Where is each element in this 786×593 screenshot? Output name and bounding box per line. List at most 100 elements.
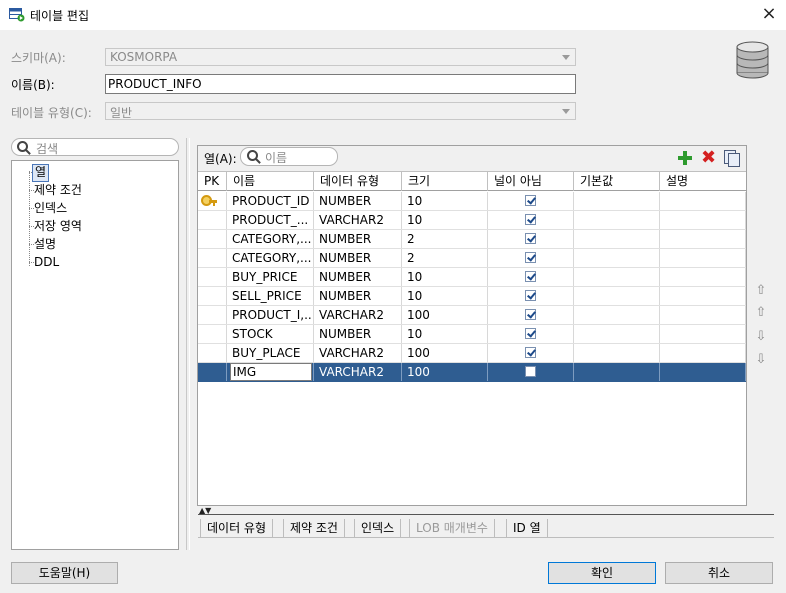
cell-desc[interactable] [660,287,746,305]
tab-data-type[interactable]: 데이터 유형 [200,519,274,538]
not-null-checkbox[interactable] [525,271,536,282]
cell-pk[interactable] [198,325,227,343]
cell-not-null[interactable] [488,211,574,229]
header-size[interactable]: 크기 [402,172,488,191]
cell-name[interactable]: BUY_PRICE [227,268,314,286]
help-button[interactable]: 도움말(H) [11,562,118,584]
cell-default[interactable] [574,268,660,286]
cell-not-null[interactable] [488,268,574,286]
cell-size[interactable]: 10 [402,287,488,305]
header-name[interactable]: 이름 [227,172,314,191]
table-row[interactable]: IMG VARCHAR2 100 [198,363,746,382]
cell-type[interactable]: NUMBER [314,192,402,210]
move-top-icon[interactable]: ⇧ [754,284,768,298]
not-null-checkbox[interactable] [525,195,536,206]
cell-pk[interactable] [198,192,227,210]
cell-default[interactable] [574,192,660,210]
delete-icon[interactable]: ✖ [700,149,717,167]
table-row[interactable]: PRODUCT_... VARCHAR2 10 [198,211,746,230]
cell-not-null[interactable] [488,287,574,305]
tab-lob-params[interactable]: LOB 매개변수 [409,519,495,538]
cell-pk[interactable] [198,344,227,362]
move-down-icon[interactable]: ⇩ [754,330,768,344]
cell-default[interactable] [574,344,660,362]
cell-size[interactable]: 10 [402,192,488,210]
cell-name[interactable]: CATEGORY,... [227,230,314,248]
tab-id-column[interactable]: ID 열 [506,519,548,538]
table-type-select[interactable]: 일반 [105,102,576,120]
header-type[interactable]: 데이터 유형 [314,172,402,191]
not-null-checkbox[interactable] [525,233,536,244]
cell-default[interactable] [574,325,660,343]
tree-item-columns[interactable]: 열 [32,164,50,182]
cell-not-null[interactable] [488,249,574,267]
not-null-checkbox[interactable] [525,347,536,358]
tree-item-indexes[interactable]: 인덱스 [34,200,67,216]
close-icon[interactable]: × [758,3,780,25]
tree-item-storage[interactable]: 저장 영역 [34,218,82,234]
cell-size[interactable]: 100 [402,363,488,381]
cell-size[interactable]: 10 [402,325,488,343]
cell-type[interactable]: NUMBER [314,249,402,267]
cell-not-null[interactable] [488,192,574,210]
cell-not-null[interactable] [488,306,574,324]
cell-size[interactable]: 10 [402,211,488,229]
cell-size[interactable]: 100 [402,344,488,362]
tree-item-constraints[interactable]: 제약 조건 [34,182,82,198]
cell-not-null[interactable] [488,325,574,343]
cell-pk[interactable] [198,268,227,286]
copy-icon[interactable] [723,149,740,167]
cell-desc[interactable] [660,325,746,343]
tab-indexes[interactable]: 인덱스 [354,519,402,538]
cell-name[interactable]: SELL_PRICE [227,287,314,305]
cell-desc[interactable] [660,344,746,362]
table-row[interactable]: CATEGORY,... NUMBER 2 [198,230,746,249]
cell-pk[interactable] [198,287,227,305]
cell-type[interactable]: VARCHAR2 [314,306,402,324]
cell-size[interactable]: 100 [402,306,488,324]
cell-desc[interactable] [660,230,746,248]
move-bottom-icon[interactable]: ⇩ [754,353,768,367]
tree-item-comment[interactable]: 설명 [34,236,56,252]
cell-type[interactable]: VARCHAR2 [314,344,402,362]
name-edit-field[interactable]: IMG [230,363,312,381]
header-comment[interactable]: 설명 [660,172,746,191]
cell-name[interactable]: PRODUCT_I,... [227,306,314,324]
cell-name[interactable]: PRODUCT_... [227,211,314,229]
not-null-checkbox[interactable] [525,328,536,339]
not-null-checkbox[interactable] [525,214,536,225]
cancel-button[interactable]: 취소 [665,562,773,584]
cell-desc[interactable] [660,211,746,229]
not-null-checkbox[interactable] [525,252,536,263]
cell-type[interactable]: VARCHAR2 [314,363,402,381]
tree-search-input[interactable]: 검색 [11,138,179,156]
cell-pk[interactable] [198,230,227,248]
cell-type[interactable]: NUMBER [314,268,402,286]
not-null-checkbox[interactable] [525,290,536,301]
cell-name[interactable]: PRODUCT_ID [227,192,314,210]
cell-name[interactable]: STOCK [227,325,314,343]
cell-size[interactable]: 2 [402,230,488,248]
move-up-icon[interactable]: ⇧ [754,306,768,320]
cell-default[interactable] [574,287,660,305]
cell-pk[interactable] [198,306,227,324]
cell-desc[interactable] [660,192,746,210]
table-row[interactable]: BUY_PLACE VARCHAR2 100 [198,344,746,363]
cell-desc[interactable] [660,306,746,324]
cell-type[interactable]: NUMBER [314,230,402,248]
cell-size[interactable]: 10 [402,268,488,286]
cell-size[interactable]: 2 [402,249,488,267]
table-row[interactable]: PRODUCT_ID NUMBER 10 [198,192,746,211]
cell-desc[interactable] [660,363,746,381]
cell-name[interactable]: IMG [227,363,314,381]
table-row[interactable]: BUY_PRICE NUMBER 10 [198,268,746,287]
ok-button[interactable]: 확인 [548,562,656,584]
tree-item-ddl[interactable]: DDL [34,254,59,270]
cell-type[interactable]: NUMBER [314,287,402,305]
table-row[interactable]: STOCK NUMBER 10 [198,325,746,344]
plus-icon[interactable] [677,150,693,166]
not-null-checkbox[interactable] [525,309,536,320]
not-null-checkbox[interactable] [525,366,536,377]
cell-type[interactable]: VARCHAR2 [314,211,402,229]
header-default[interactable]: 기본값 [574,172,660,191]
